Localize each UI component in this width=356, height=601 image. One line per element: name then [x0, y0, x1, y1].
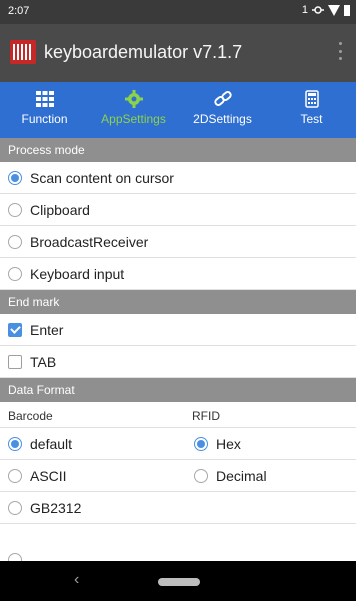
radio-barcode-gb2312[interactable]: GB2312	[8, 492, 81, 524]
radio-row: default Hex	[0, 428, 356, 460]
link-icon	[213, 89, 233, 109]
radio-unselected-icon	[8, 203, 22, 217]
notification-count: 1	[301, 4, 308, 16]
overflow-menu-icon[interactable]	[338, 42, 342, 60]
radio-selected-icon	[8, 437, 22, 451]
wifi-icon	[328, 4, 340, 16]
radio-broadcastreceiver[interactable]: BroadcastReceiver	[8, 226, 148, 258]
radio-row[interactable]: Clipboard	[0, 194, 356, 226]
status-time: 2:07	[8, 5, 30, 17]
section-header-data-format: Data Format	[0, 378, 356, 402]
radio-label: Decimal	[216, 468, 267, 484]
radio-rfid-hex[interactable]: Hex	[194, 428, 241, 460]
radio-row[interactable]: Scan content on cursor	[0, 162, 356, 194]
tab-label: 2DSettings	[193, 112, 252, 126]
radio-scan-on-cursor[interactable]: Scan content on cursor	[8, 162, 174, 194]
radio-label: Clipboard	[30, 202, 90, 218]
radio-label: Scan content on cursor	[30, 170, 174, 186]
tab-2dsettings[interactable]: 2DSettings	[178, 82, 267, 138]
radio-row[interactable]: Keyboard input	[0, 258, 356, 290]
tab-label: Function	[21, 112, 68, 126]
radio-rfid-decimal[interactable]: Decimal	[194, 460, 267, 492]
battery-icon	[344, 5, 350, 16]
radio-row: ASCII Decimal	[0, 460, 356, 492]
checkbox-row[interactable]: Enter	[0, 314, 356, 346]
status-bar: 2:07 1	[0, 0, 356, 24]
radio-unselected-icon	[8, 469, 22, 483]
checkbox-row[interactable]: TAB	[0, 346, 356, 378]
tab-label: Test	[300, 112, 323, 126]
gear-icon	[124, 89, 143, 109]
radio-clipboard[interactable]: Clipboard	[8, 194, 90, 226]
radio-label: Keyboard input	[30, 266, 125, 282]
radio-keyboard-input[interactable]: Keyboard input	[8, 258, 124, 290]
radio-barcode-ascii[interactable]: ASCII	[8, 460, 67, 492]
radio-selected-icon	[194, 437, 208, 451]
home-pill-icon[interactable]	[158, 578, 200, 586]
chevron-left-icon[interactable]: ‹	[74, 571, 79, 589]
checkbox-tab[interactable]: TAB	[8, 346, 56, 378]
checkbox-unchecked-icon	[8, 355, 22, 369]
radio-label: default	[30, 436, 73, 452]
data-format-column-headers: Barcode RFID	[0, 402, 356, 428]
radio-barcode-default[interactable]: default	[8, 428, 72, 460]
app-title: keyboardemulator v7.1.7	[44, 42, 243, 62]
system-nav-bar: ‹	[0, 561, 356, 601]
radio-row: GB2312	[0, 492, 356, 524]
radio-row[interactable]: BroadcastReceiver	[0, 226, 356, 258]
checkbox-label: TAB	[30, 354, 57, 370]
checkbox-checked-icon	[8, 323, 22, 337]
data-sync-icon	[312, 6, 324, 14]
radio-label: ASCII	[30, 468, 67, 484]
section-header-process-mode: Process mode	[0, 138, 356, 162]
radio-selected-icon	[8, 171, 22, 185]
radio-row-partial	[0, 524, 356, 567]
calculator-icon	[304, 89, 319, 109]
radio-unselected-icon	[8, 235, 22, 249]
radio-label: BroadcastReceiver	[30, 234, 149, 250]
barcode-logo-icon	[10, 40, 36, 64]
radio-unselected-icon	[8, 501, 22, 515]
tab-test[interactable]: Test	[267, 82, 356, 138]
tab-appsettings[interactable]: AppSettings	[89, 82, 178, 138]
radio-unselected-icon	[194, 469, 208, 483]
checkbox-enter[interactable]: Enter	[8, 314, 63, 346]
status-icons: 1	[302, 4, 350, 16]
grid-icon	[35, 89, 54, 109]
radio-label: Hex	[216, 436, 241, 452]
checkbox-label: Enter	[30, 322, 64, 338]
app-bar: keyboardemulator v7.1.7	[0, 24, 356, 82]
radio-label: GB2312	[30, 500, 82, 516]
tab-bar: Function AppSettings 2DSettings Test	[0, 82, 356, 138]
barcode-column-header: Barcode	[8, 409, 53, 423]
tab-function[interactable]: Function	[0, 82, 89, 138]
tab-label: AppSettings	[101, 112, 166, 126]
radio-unselected-icon	[8, 267, 22, 281]
section-header-end-mark: End mark	[0, 290, 356, 314]
rfid-column-header: RFID	[192, 409, 220, 423]
